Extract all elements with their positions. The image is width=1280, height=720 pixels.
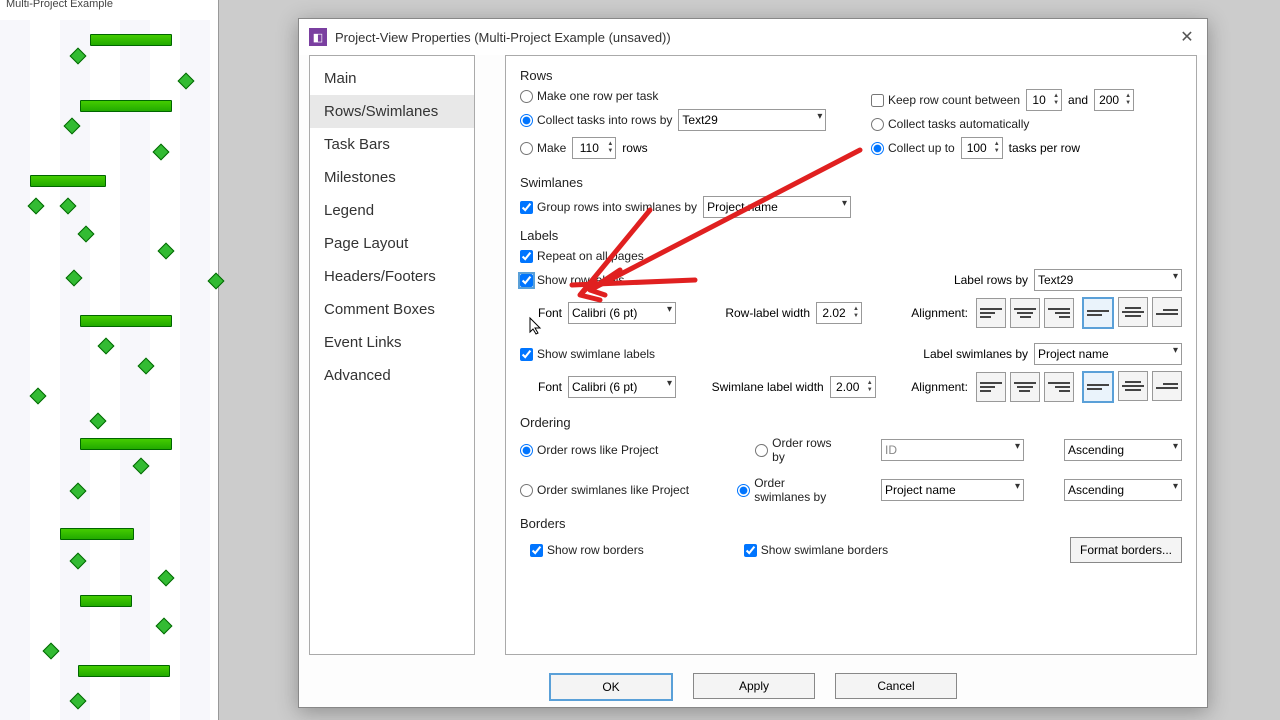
gantt-area bbox=[0, 20, 218, 720]
sw-align-group-v bbox=[1082, 371, 1182, 403]
make-rows-spinner[interactable]: ▲▼ bbox=[572, 137, 616, 159]
sidebar-item-event-links[interactable]: Event Links bbox=[310, 326, 474, 359]
sw-align-center[interactable] bbox=[1010, 372, 1040, 402]
radio-collect-auto[interactable]: Collect tasks automatically bbox=[871, 117, 1029, 131]
swimlane-by-combo[interactable] bbox=[703, 196, 851, 218]
sidebar-item-main[interactable]: Main bbox=[310, 62, 474, 95]
sw-align-right[interactable] bbox=[1044, 372, 1074, 402]
cancel-button[interactable]: Cancel bbox=[835, 673, 957, 699]
chk-row-borders[interactable]: Show row borders bbox=[530, 543, 644, 557]
radio-sw-by[interactable]: Order swimlanes by bbox=[737, 476, 841, 504]
align-left[interactable] bbox=[976, 298, 1006, 328]
sw-font-combo[interactable] bbox=[568, 376, 676, 398]
sw-valign-bot[interactable] bbox=[1152, 371, 1182, 401]
valign-bot[interactable] bbox=[1152, 297, 1182, 327]
close-button[interactable]: ✕ bbox=[1177, 27, 1197, 47]
radio-collect-by[interactable]: Collect tasks into rows by bbox=[520, 113, 672, 127]
order-rows-by-combo[interactable] bbox=[881, 439, 1024, 461]
sidebar-item-rows-swimlanes[interactable]: Rows/Swimlanes bbox=[310, 95, 474, 128]
row-align-group-h bbox=[976, 298, 1074, 328]
sidebar-item-comment-boxes[interactable]: Comment Boxes bbox=[310, 293, 474, 326]
labels-title: Labels bbox=[520, 228, 1182, 243]
row-width-spinner[interactable]: ▲▼ bbox=[816, 302, 862, 324]
radio-sw-like-project[interactable]: Order swimlanes like Project bbox=[520, 483, 697, 497]
chk-group-swimlanes[interactable]: Group rows into swimlanes by bbox=[520, 200, 697, 214]
keep-max-spinner[interactable]: ▲▼ bbox=[1094, 89, 1134, 111]
app-icon: ◧ bbox=[309, 28, 327, 46]
rows-title: Rows bbox=[520, 68, 1182, 83]
radio-collect-upto[interactable]: Collect up to bbox=[871, 141, 955, 155]
order-sw-by-combo[interactable] bbox=[881, 479, 1024, 501]
radio-make-rows[interactable]: Make bbox=[520, 141, 566, 155]
align-center[interactable] bbox=[1010, 298, 1040, 328]
dialog-title: Project-View Properties (Multi-Project E… bbox=[335, 30, 671, 45]
sidebar-item-page-layout[interactable]: Page Layout bbox=[310, 227, 474, 260]
align-right[interactable] bbox=[1044, 298, 1074, 328]
order-sw-dir-combo[interactable] bbox=[1064, 479, 1182, 501]
bg-tab-title: Multi-Project Example bbox=[0, 0, 119, 12]
sw-valign-mid[interactable] bbox=[1118, 371, 1148, 401]
label-rows-by-combo[interactable] bbox=[1034, 269, 1182, 291]
sidebar: Main Rows/Swimlanes Task Bars Milestones… bbox=[309, 55, 475, 655]
background-gantt: Multi-Project Example bbox=[0, 0, 219, 720]
chk-repeat-pages[interactable]: Repeat on all pages bbox=[520, 249, 644, 263]
sw-align-group-h bbox=[976, 372, 1074, 402]
content-panel: Rows Make one row per task Collect tasks… bbox=[505, 55, 1197, 655]
sidebar-item-task-bars[interactable]: Task Bars bbox=[310, 128, 474, 161]
label-sw-by-text: Label swimlanes by bbox=[923, 347, 1028, 361]
collect-upto-spinner[interactable]: ▲▼ bbox=[961, 137, 1003, 159]
collect-by-combo[interactable] bbox=[678, 109, 826, 131]
chk-keep-bounds[interactable]: Keep row count between bbox=[871, 93, 1020, 107]
keep-min-spinner[interactable]: ▲▼ bbox=[1026, 89, 1062, 111]
radio-rows-by[interactable]: Order rows by bbox=[755, 436, 841, 464]
apply-button[interactable]: Apply bbox=[693, 673, 815, 699]
sw-align-left[interactable] bbox=[976, 372, 1006, 402]
radio-one-per-task[interactable]: Make one row per task bbox=[520, 89, 658, 103]
sw-width-spinner[interactable]: ▲▼ bbox=[830, 376, 876, 398]
sidebar-item-milestones[interactable]: Milestones bbox=[310, 161, 474, 194]
chk-swimlane-borders[interactable]: Show swimlane borders bbox=[744, 543, 888, 557]
sidebar-item-headers-footers[interactable]: Headers/Footers bbox=[310, 260, 474, 293]
valign-top[interactable] bbox=[1082, 297, 1114, 329]
valign-mid[interactable] bbox=[1118, 297, 1148, 327]
borders-title: Borders bbox=[520, 516, 1182, 531]
properties-dialog: ◧ Project-View Properties (Multi-Project… bbox=[298, 18, 1208, 708]
swimlanes-title: Swimlanes bbox=[520, 175, 1182, 190]
titlebar: ◧ Project-View Properties (Multi-Project… bbox=[299, 19, 1207, 55]
row-align-group-v bbox=[1082, 297, 1182, 329]
ordering-title: Ordering bbox=[520, 415, 1182, 430]
format-borders-button[interactable]: Format borders... bbox=[1070, 537, 1182, 563]
ok-button[interactable]: OK bbox=[549, 673, 673, 701]
sidebar-item-legend[interactable]: Legend bbox=[310, 194, 474, 227]
sw-valign-top[interactable] bbox=[1082, 371, 1114, 403]
label-sw-by-combo[interactable] bbox=[1034, 343, 1182, 365]
chk-show-row-labels[interactable]: Show row labels bbox=[520, 273, 624, 287]
chk-show-swimlane-labels[interactable]: Show swimlane labels bbox=[520, 347, 655, 361]
sidebar-item-advanced[interactable]: Advanced bbox=[310, 359, 474, 392]
radio-rows-like-project[interactable]: Order rows like Project bbox=[520, 443, 715, 457]
order-rows-dir-combo[interactable] bbox=[1064, 439, 1182, 461]
make-rows-suffix: rows bbox=[622, 141, 647, 155]
label-rows-by-text: Label rows by bbox=[954, 273, 1028, 287]
row-font-combo[interactable] bbox=[568, 302, 676, 324]
